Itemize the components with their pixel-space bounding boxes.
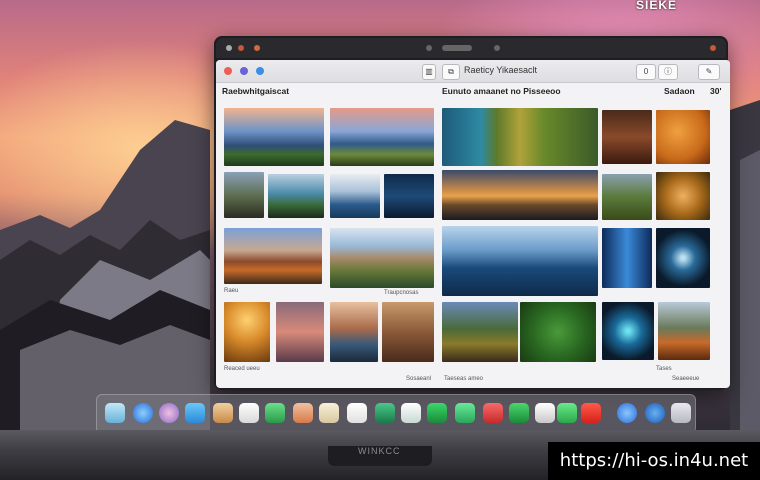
app-icon[interactable] [535, 403, 555, 423]
bezel-camera-icon [426, 45, 432, 51]
laptop-label: WINKCC [358, 446, 401, 456]
middle-section-title: Eunuto amaanet no Pisseeoo [442, 86, 561, 96]
photo-thumbnail[interactable] [520, 302, 596, 362]
trash-icon[interactable] [671, 403, 691, 423]
toolbar-count-button[interactable]: 0 [636, 64, 656, 80]
bezel-camera-icon [494, 45, 500, 51]
bezel-pill [442, 45, 472, 51]
photo-thumbnail[interactable] [268, 174, 324, 218]
app-icon[interactable] [401, 403, 421, 423]
app-store-icon[interactable] [185, 403, 205, 423]
photo-caption: Reaced ueeu [224, 366, 260, 372]
photo-thumbnail[interactable] [658, 302, 710, 360]
photo-thumbnail[interactable] [656, 228, 710, 288]
photo-caption: Taeseas ameo [444, 376, 484, 382]
close-button[interactable] [224, 67, 232, 75]
finder-icon[interactable] [105, 403, 125, 423]
photo-thumbnail[interactable] [224, 108, 324, 166]
window-title: Raeticy Yikaesaclt [464, 65, 538, 75]
app-icon[interactable] [213, 403, 233, 423]
photo-thumbnail[interactable] [442, 226, 598, 296]
photo-thumbnail[interactable] [224, 228, 322, 284]
bezel-dot-icon [254, 45, 260, 51]
photo-thumbnail[interactable] [330, 174, 380, 218]
facetime-icon[interactable] [427, 403, 447, 423]
right-section-count: 30' [710, 86, 722, 96]
photo-thumbnail[interactable] [656, 110, 710, 164]
bezel-dot-icon [238, 45, 244, 51]
sidebar-icon[interactable]: ▥ [422, 64, 436, 80]
dock [96, 394, 696, 434]
photo-thumbnail[interactable] [656, 172, 710, 220]
photo-thumbnail[interactable] [442, 170, 598, 220]
app-icon[interactable] [617, 403, 637, 423]
photos-window: ▥ ⧉ Raeticy Yikaesaclt 0 ⓘ ✎ Raebwhitgai… [216, 60, 730, 388]
app-icon[interactable] [319, 403, 339, 423]
photo-caption: Tases [656, 366, 672, 372]
safari-icon[interactable] [133, 403, 153, 423]
photo-thumbnail[interactable] [224, 302, 270, 362]
app-icon[interactable] [645, 403, 665, 423]
info-icon[interactable]: ⓘ [658, 64, 678, 80]
photo-thumbnail[interactable] [602, 228, 652, 288]
corner-logo-text: SIEKE [636, 0, 678, 12]
photo-thumbnail[interactable] [330, 108, 434, 166]
notes-icon[interactable] [239, 403, 259, 423]
numbers-icon[interactable] [509, 403, 529, 423]
window-top-bezel [216, 38, 726, 58]
photo-thumbnail[interactable] [442, 108, 598, 166]
photo-thumbnail[interactable] [602, 302, 654, 360]
photo-caption: Raeu [224, 288, 239, 294]
photo-thumbnail[interactable] [276, 302, 324, 362]
photo-thumbnail[interactable] [602, 110, 652, 164]
photo-thumbnail[interactable] [330, 228, 434, 288]
app-icon[interactable] [455, 403, 475, 423]
photo-thumbnail[interactable] [224, 172, 264, 218]
reminders-icon[interactable] [347, 403, 367, 423]
zoom-button[interactable] [256, 67, 264, 75]
edit-icon[interactable]: ✎ [698, 64, 720, 80]
photo-caption: Sosaeanl [406, 376, 432, 382]
photo-thumbnail[interactable] [330, 302, 378, 362]
bezel-dot-icon [226, 45, 232, 51]
bezel-dot-icon [710, 45, 716, 51]
share-icon[interactable]: ⧉ [442, 64, 460, 80]
app-icon[interactable] [581, 403, 601, 423]
right-section-title: Sadaon [664, 86, 695, 96]
photo-caption: Traupcnosas [384, 290, 419, 296]
watermark-url: https://hi-os.in4u.net [548, 442, 760, 480]
photo-caption: Seaeeeue [672, 376, 700, 382]
messages-icon[interactable] [265, 403, 285, 423]
app-icon[interactable] [293, 403, 313, 423]
app-icon[interactable] [375, 403, 395, 423]
photo-thumbnail[interactable] [442, 302, 518, 362]
app-icon[interactable] [557, 403, 577, 423]
minimize-button[interactable] [240, 67, 248, 75]
photos-app-icon[interactable] [159, 403, 179, 423]
photo-thumbnail[interactable] [382, 302, 434, 362]
photo-thumbnail[interactable] [602, 174, 652, 220]
window-titlebar[interactable]: ▥ ⧉ Raeticy Yikaesaclt 0 ⓘ ✎ [216, 60, 730, 83]
left-section-title: Raebwhitgaiscat [222, 86, 290, 96]
app-icon[interactable] [483, 403, 503, 423]
photo-thumbnail[interactable] [384, 174, 434, 218]
